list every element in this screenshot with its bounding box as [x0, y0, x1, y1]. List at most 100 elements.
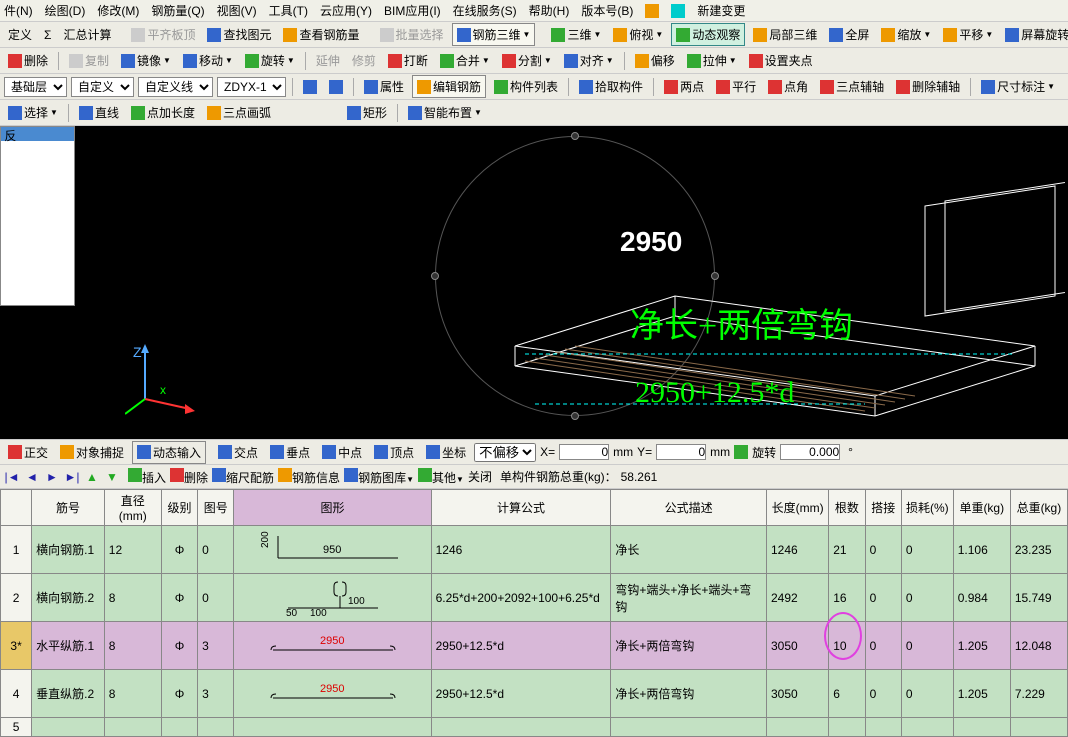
cell-lap[interactable]: 0: [865, 622, 901, 670]
col-count[interactable]: 根数: [829, 490, 865, 526]
cell-fig[interactable]: 3: [198, 670, 234, 718]
cell-total[interactable]: 23.235: [1010, 526, 1067, 574]
ptangle-button[interactable]: 点角: [764, 76, 812, 97]
offset-button[interactable]: 偏移: [631, 50, 679, 71]
cell-count[interactable]: [829, 718, 865, 737]
insert-row-button[interactable]: 插入: [128, 468, 166, 486]
cell-shape[interactable]: 200950: [234, 526, 431, 574]
undo-button[interactable]: [299, 78, 321, 96]
rebarlib-button[interactable]: 钢筋图库▼: [344, 468, 414, 486]
cell-total[interactable]: 7.229: [1010, 670, 1067, 718]
batchsel-button[interactable]: 批量选择: [376, 24, 448, 45]
finddwg-button[interactable]: 查找图元: [203, 24, 275, 45]
cell-len[interactable]: 3050: [766, 622, 828, 670]
rot-input[interactable]: [780, 444, 840, 460]
x-input[interactable]: [559, 444, 609, 460]
pickcomp-button[interactable]: 拾取构件: [575, 76, 647, 97]
cell-count[interactable]: 10: [829, 622, 865, 670]
move-button[interactable]: 移动▼: [179, 50, 237, 71]
topview-button[interactable]: 俯视▼: [609, 24, 667, 45]
twopt-button[interactable]: 两点: [660, 76, 708, 97]
icon-1[interactable]: [645, 4, 659, 18]
cell-desc[interactable]: [611, 718, 767, 737]
zoom-button[interactable]: 缩放▼: [877, 24, 935, 45]
cell-loss[interactable]: 0: [901, 622, 953, 670]
cell-total[interactable]: 15.749: [1010, 574, 1067, 622]
col-formula[interactable]: 计算公式: [431, 490, 611, 526]
redo-button[interactable]: [325, 78, 347, 96]
nav-down[interactable]: ▼: [104, 469, 120, 485]
layer-select[interactable]: 基础层: [4, 77, 67, 97]
viewrebar-button[interactable]: 查看钢筋量: [279, 24, 363, 45]
cell-name[interactable]: 横向钢筋.1: [32, 526, 105, 574]
cell-grade[interactable]: Φ: [161, 526, 197, 574]
menu-rebar[interactable]: 钢筋量(Q): [151, 2, 204, 19]
rebar3d-button[interactable]: 钢筋三维▼: [452, 23, 536, 46]
orbit-handle-left[interactable]: [431, 272, 439, 280]
col-loss[interactable]: 损耗(%): [901, 490, 953, 526]
col-fig[interactable]: 图号: [198, 490, 234, 526]
nav-next[interactable]: ►: [44, 469, 60, 485]
icon-2[interactable]: [671, 4, 685, 18]
cell-unit[interactable]: 1.106: [953, 526, 1010, 574]
nav-first[interactable]: |◄: [4, 469, 20, 485]
custom-select[interactable]: 自定义: [71, 77, 134, 97]
menu-modify[interactable]: 修改(M): [97, 2, 139, 19]
cell-name[interactable]: 垂直纵筋.2: [32, 670, 105, 718]
cell-total[interactable]: 12.048: [1010, 622, 1067, 670]
col-desc[interactable]: 公式描述: [611, 490, 767, 526]
col-name[interactable]: 筋号: [32, 490, 105, 526]
perp-snap[interactable]: 垂点: [266, 442, 314, 463]
table-row[interactable]: 5: [1, 718, 1068, 737]
cell-fig[interactable]: [198, 718, 234, 737]
cell-count[interactable]: 21: [829, 526, 865, 574]
cell-name[interactable]: 横向钢筋.2: [32, 574, 105, 622]
rotate-button[interactable]: 旋转▼: [241, 50, 299, 71]
fullscreen-button[interactable]: 全屏: [825, 24, 873, 45]
cell-name[interactable]: [32, 718, 105, 737]
rebarinfo-button[interactable]: 钢筋信息: [278, 468, 340, 486]
cell-fig[interactable]: 0: [198, 574, 234, 622]
line-button[interactable]: 直线: [75, 102, 123, 123]
scalerebar-button[interactable]: 缩尺配筋: [212, 468, 274, 486]
col-len[interactable]: 长度(mm): [766, 490, 828, 526]
cell-dia[interactable]: 12: [104, 526, 161, 574]
cell-desc[interactable]: 弯钩+端头+净长+端头+弯钩: [611, 574, 767, 622]
osnap-toggle[interactable]: 对象捕捉: [56, 442, 128, 463]
extend-button[interactable]: 延伸: [312, 50, 344, 71]
cell-formula[interactable]: 2950+12.5*d: [431, 670, 611, 718]
cell-lap[interactable]: [865, 718, 901, 737]
sigma-button[interactable]: Σ: [40, 26, 55, 44]
ptlen-button[interactable]: 点加长度: [127, 102, 199, 123]
cell-formula[interactable]: [431, 718, 611, 737]
cell-grade[interactable]: Φ: [161, 574, 197, 622]
cell-grade[interactable]: [161, 718, 197, 737]
stretch-button[interactable]: 拉伸▼: [683, 50, 741, 71]
cell-fig[interactable]: 0: [198, 526, 234, 574]
midpt-snap[interactable]: 中点: [318, 442, 366, 463]
break-button[interactable]: 打断: [384, 50, 432, 71]
col-dia[interactable]: 直径(mm): [104, 490, 161, 526]
cell-total[interactable]: [1010, 718, 1067, 737]
other-button[interactable]: 其他▼: [418, 468, 464, 486]
align-button[interactable]: 对齐▼: [560, 50, 618, 71]
menu-online[interactable]: 在线服务(S): [453, 2, 517, 19]
flattop-button[interactable]: 平齐板顶: [127, 24, 199, 45]
3d-button[interactable]: 三维▼: [547, 24, 605, 45]
cell-lap[interactable]: 0: [865, 670, 901, 718]
copy-button[interactable]: 复制: [65, 50, 113, 71]
menu-newchange[interactable]: 新建变更: [697, 2, 745, 19]
ortho-toggle[interactable]: 正交: [4, 442, 52, 463]
nav-last[interactable]: ►|: [64, 469, 80, 485]
cell-len[interactable]: 3050: [766, 670, 828, 718]
cell-count[interactable]: 16: [829, 574, 865, 622]
cell-grade[interactable]: Φ: [161, 670, 197, 718]
split-button[interactable]: 分割▼: [498, 50, 556, 71]
select-button[interactable]: 选择▼: [4, 102, 62, 123]
menu-help[interactable]: 帮助(H): [529, 2, 570, 19]
nav-up[interactable]: ▲: [84, 469, 100, 485]
mirror-button[interactable]: 镜像▼: [117, 50, 175, 71]
table-row[interactable]: 3* 水平纵筋.1 8 Φ 3 2950 2950+12.5*d 净长+两倍弯钩…: [1, 622, 1068, 670]
cell-desc[interactable]: 净长+两倍弯钩: [611, 622, 767, 670]
cell-name[interactable]: 水平纵筋.1: [32, 622, 105, 670]
